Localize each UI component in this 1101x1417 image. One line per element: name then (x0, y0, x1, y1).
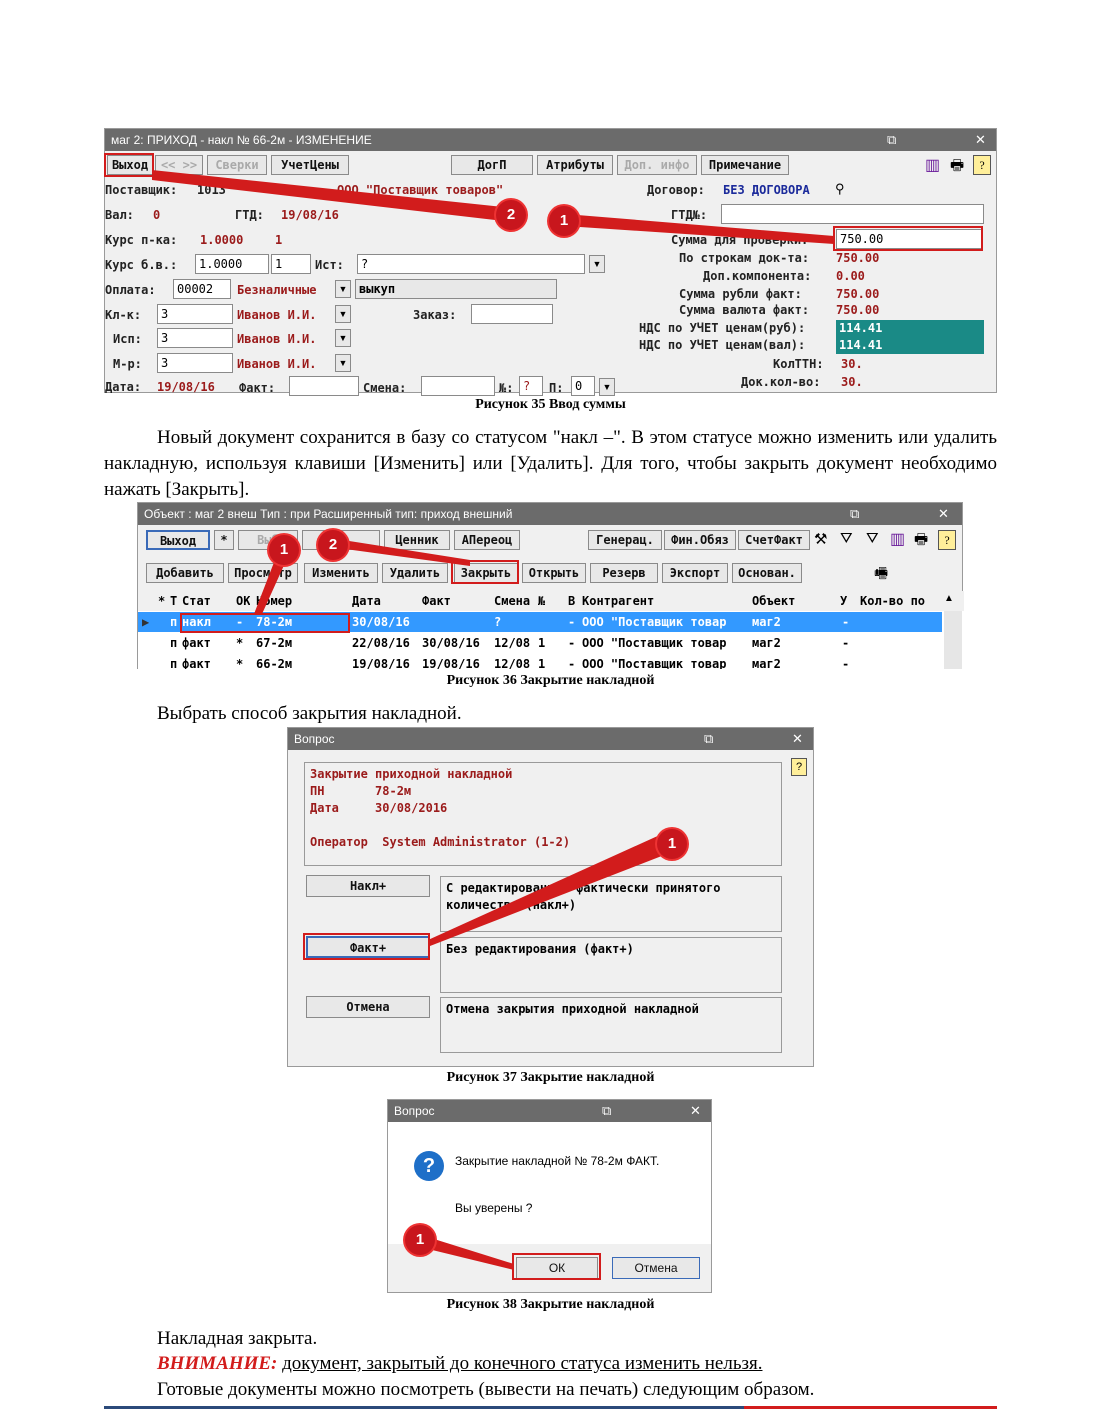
fig38-caption: Рисунок 38 Закрытие накладной (446, 1297, 655, 1312)
badge-1: 1 (405, 1225, 435, 1255)
warning-line: ВНИМАНИЕ: документ, закрытый до конечног… (157, 1351, 762, 1377)
warning-label: ВНИМАНИЕ: (157, 1353, 278, 1374)
footer-rule-red (744, 1406, 997, 1409)
warning-text: документ, закрытый до конечного статуса … (282, 1353, 763, 1374)
footer-rule-blue (104, 1406, 744, 1409)
para-3: Накладная закрыта. (157, 1328, 318, 1349)
para-4: Готовые документы можно посмотреть (выве… (157, 1379, 815, 1400)
fig38-arrows (418, 1234, 514, 1270)
